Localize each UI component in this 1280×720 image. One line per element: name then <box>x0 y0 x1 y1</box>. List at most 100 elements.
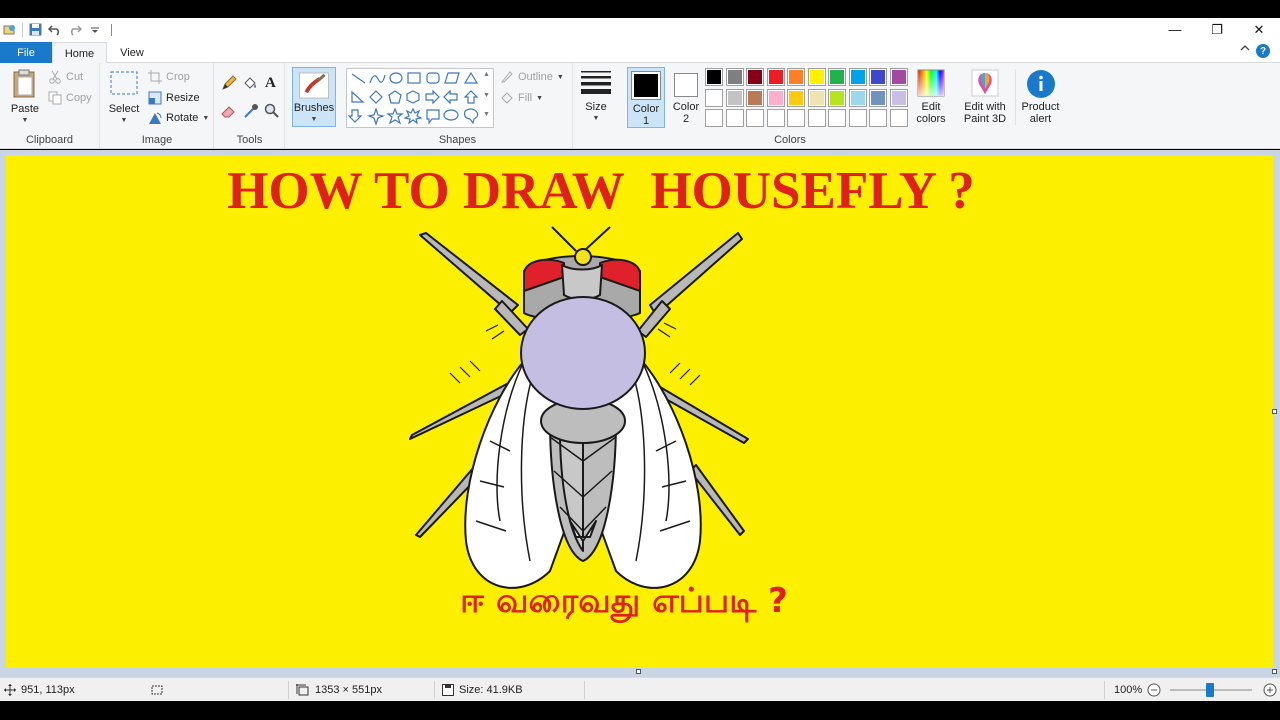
palette-swatch[interactable] <box>705 109 723 127</box>
cursor-position-icon <box>4 684 16 696</box>
palette-swatch[interactable] <box>848 68 867 86</box>
palette-swatch[interactable] <box>766 109 785 127</box>
zoom-slider[interactable] <box>1170 683 1253 697</box>
palette-swatch[interactable] <box>766 68 785 86</box>
palette-swatch[interactable] <box>725 68 744 86</box>
rotate-button[interactable]: Rotate ▼ <box>148 111 209 125</box>
cut-button[interactable]: Cut <box>48 70 83 84</box>
shapes-expand-icon[interactable]: ▼ <box>483 111 490 118</box>
palette-swatch[interactable] <box>705 88 723 107</box>
palette-swatch[interactable] <box>869 109 887 127</box>
pencil-tool[interactable] <box>221 75 237 91</box>
selection-size-icon <box>151 685 163 695</box>
paste-button[interactable]: Paste ▼ <box>8 69 42 127</box>
text-tool[interactable]: A <box>265 75 276 92</box>
undo-icon[interactable] <box>47 22 63 38</box>
restore-button[interactable]: ❐ <box>1196 18 1238 41</box>
palette-swatch[interactable] <box>766 88 785 107</box>
size-dropdown-icon: ▼ <box>592 115 600 122</box>
close-button[interactable]: ✕ <box>1238 18 1280 41</box>
colors-group-label: Colors <box>774 134 806 146</box>
outline-dropdown-icon: ▼ <box>556 73 564 81</box>
palette-swatch[interactable] <box>705 68 723 86</box>
edit-colors-button[interactable]: Edit colors <box>912 69 950 125</box>
brushes-button[interactable]: Brushes ▼ <box>292 67 336 127</box>
palette-swatch[interactable] <box>869 68 887 86</box>
size-button[interactable]: Size ▼ <box>578 69 614 125</box>
drawing-canvas[interactable]: HOW TO DRAW HOUSEFLY ? ஈ வரைவது எப்படி ? <box>6 155 1273 668</box>
palette-swatch[interactable] <box>828 68 846 86</box>
magnifier-icon <box>264 103 279 118</box>
crop-button[interactable]: Crop <box>148 70 190 84</box>
resize-handle-bottom[interactable] <box>636 669 641 674</box>
outline-button[interactable]: Outline ▼ <box>500 70 564 84</box>
colors-group: Colors <box>700 63 913 149</box>
fill-dropdown-icon: ▼ <box>536 94 543 102</box>
resize-button[interactable]: Resize <box>148 91 200 105</box>
color2-swatch <box>674 73 698 97</box>
palette-swatch[interactable] <box>889 88 908 107</box>
status-divider <box>434 681 435 699</box>
palette-swatch[interactable] <box>807 68 826 86</box>
zoom-level: 100% <box>1114 684 1143 696</box>
save-icon[interactable] <box>27 22 43 38</box>
shapes-group: ▲ ▼ ▼ Outline ▼ Fill ▼ Shapes <box>343 63 573 149</box>
tab-file[interactable]: File <box>0 42 52 63</box>
palette-swatch[interactable] <box>725 109 744 127</box>
palette-swatch[interactable] <box>889 68 908 86</box>
copy-button[interactable]: Copy <box>48 91 92 105</box>
housefly-drawing <box>409 226 749 589</box>
shapes-scroll-up-icon[interactable]: ▲ <box>483 71 490 78</box>
eraser-tool[interactable] <box>221 103 237 119</box>
palette-swatch[interactable] <box>828 109 846 127</box>
color1-button[interactable]: Color 1 <box>627 67 665 128</box>
collapse-ribbon-icon[interactable] <box>1240 44 1250 55</box>
tab-home[interactable]: Home <box>52 42 107 64</box>
copy-icon <box>48 91 62 105</box>
palette-swatch[interactable] <box>787 109 805 127</box>
zoom-slider-thumb[interactable] <box>1206 683 1215 697</box>
info-icon <box>1026 70 1055 98</box>
minimize-button[interactable]: — <box>1154 18 1196 41</box>
palette-swatch[interactable] <box>848 109 867 127</box>
ribbon-tabs: File Home View ? <box>0 41 1280 64</box>
palette-swatch[interactable] <box>869 88 887 107</box>
crop-label: Crop <box>166 71 190 83</box>
paint-app-icon[interactable] <box>2 22 18 38</box>
palette-swatch[interactable] <box>746 109 764 127</box>
shapes-gallery[interactable] <box>346 68 494 128</box>
fill-button[interactable]: Fill ▼ <box>500 91 543 105</box>
palette-swatch[interactable] <box>746 88 764 107</box>
resize-handle-right[interactable] <box>1272 409 1277 414</box>
clipboard-group-label: Clipboard <box>25 134 74 146</box>
product-alert-button[interactable]: Product alert <box>1015 69 1065 125</box>
redo-icon[interactable] <box>67 22 83 38</box>
edit-with-paint3d-button[interactable]: Edit with Paint 3D <box>957 69 1013 125</box>
palette-swatch[interactable] <box>787 68 805 86</box>
ribbon: Paste ▼ Cut Copy Clipboard Select ▼ Crop… <box>0 63 1280 149</box>
palette-swatch[interactable] <box>828 88 846 107</box>
cut-label: Cut <box>66 71 84 83</box>
color1-number: 1 <box>642 115 650 127</box>
help-icon[interactable]: ? <box>1256 44 1270 58</box>
shapes-scroll-down-icon[interactable]: ▼ <box>483 92 490 99</box>
fill-tool[interactable] <box>242 75 258 91</box>
customize-qat-icon[interactable] <box>87 22 103 38</box>
tab-view[interactable]: View <box>107 42 157 64</box>
paint3d-icon <box>971 69 999 97</box>
edit-colors-line2: colors <box>916 113 946 125</box>
resize-handle-corner[interactable] <box>1272 669 1277 674</box>
select-button[interactable]: Select ▼ <box>106 69 142 127</box>
palette-swatch[interactable] <box>807 88 826 107</box>
palette-swatch[interactable] <box>848 88 867 107</box>
color-picker-tool[interactable] <box>243 103 259 119</box>
image-group: Select ▼ Crop Resize Rotate ▼ Image <box>101 63 214 149</box>
magnifier-tool[interactable] <box>264 103 280 119</box>
zoom-in-icon[interactable] <box>1263 683 1277 697</box>
palette-swatch[interactable] <box>889 109 908 127</box>
palette-swatch[interactable] <box>725 88 744 107</box>
palette-swatch[interactable] <box>807 109 826 127</box>
zoom-out-icon[interactable] <box>1147 683 1161 697</box>
palette-swatch[interactable] <box>787 88 805 107</box>
palette-swatch[interactable] <box>746 68 764 86</box>
